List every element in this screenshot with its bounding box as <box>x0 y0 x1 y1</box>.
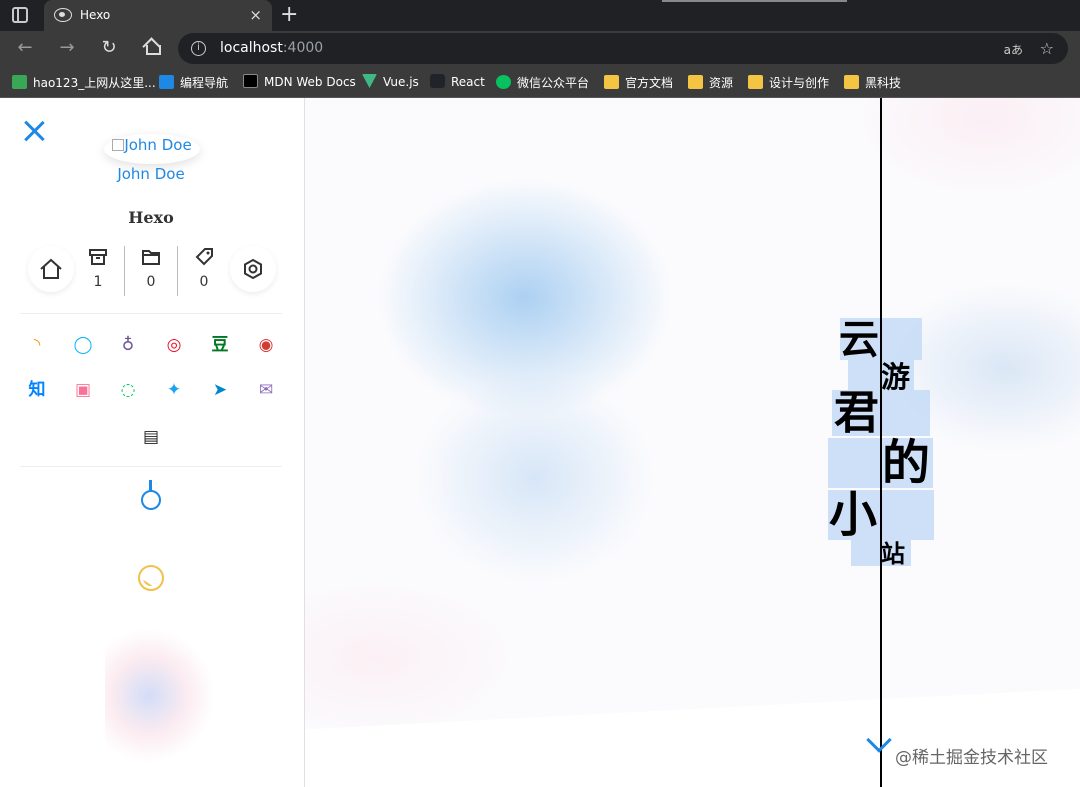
folder-icon <box>688 75 703 89</box>
tab-title: Hexo <box>80 8 111 22</box>
home-button[interactable] <box>28 246 74 292</box>
watermark: @稀土掘金技术社区 <box>895 748 1048 768</box>
bookmarks-bar: hao123_上网从这里... 编程导航 MDN Web Docs Vue.js… <box>0 66 1080 98</box>
tab-actions-icon[interactable] <box>12 7 28 23</box>
hero-section: 云 游 君 的 小 站 <box>305 98 1080 787</box>
reload-button[interactable]: ↻ <box>98 37 120 59</box>
bookmark-react[interactable]: React <box>430 74 485 90</box>
stats-bar: 1 0 0 <box>28 246 278 298</box>
douban-icon[interactable]: 豆 <box>209 334 231 356</box>
scroll-down-icon[interactable] <box>866 727 892 753</box>
qq-icon[interactable]: ◯ <box>72 334 94 356</box>
browser-tabstrip: Hexo × + <box>0 0 1080 31</box>
archives-stat[interactable]: 1 <box>72 246 124 290</box>
archives-count: 1 <box>93 274 103 290</box>
settings-icon <box>244 258 262 280</box>
bookmark-folder-design[interactable]: 设计与创作 <box>748 74 829 90</box>
forward-button[interactable]: → <box>56 37 78 59</box>
add-favorite-icon[interactable]: ☆ <box>1040 39 1054 58</box>
bookmark-vue[interactable]: Vue.js <box>362 74 419 90</box>
site-info-icon[interactable]: i <box>191 41 206 56</box>
hero-char: 游 <box>881 360 911 394</box>
browser-toolbar: ← → ↻ i localhost:4000 aあ ☆ <box>0 31 1080 66</box>
folder-icon <box>748 75 763 89</box>
hero-char: 小 <box>829 487 878 543</box>
folder-icon <box>844 75 859 89</box>
folder-icon <box>604 75 619 89</box>
wechat-mp-icon <box>496 75 511 89</box>
tags-count: 0 <box>199 274 209 290</box>
divider <box>20 313 282 314</box>
bookmark-folder-tech[interactable]: 黑科技 <box>844 74 901 90</box>
browser-tab[interactable]: Hexo × <box>44 0 272 31</box>
folder-icon <box>142 250 160 265</box>
dark-mode-toggle-icon[interactable] <box>138 565 164 591</box>
home-button-icon[interactable] <box>144 38 161 55</box>
tab-favicon-icon <box>54 8 72 22</box>
url-text[interactable]: localhost:4000 <box>220 40 323 56</box>
twitter-icon[interactable]: ✦ <box>163 379 185 401</box>
wechat-icon[interactable]: ◌ <box>117 379 139 401</box>
broken-image-icon <box>112 139 125 151</box>
bookmark-hao123[interactable]: hao123_上网从这里... <box>12 74 156 90</box>
github-icon[interactable]: ♁ <box>117 334 139 356</box>
email-icon[interactable]: ✉ <box>255 379 277 401</box>
window-drag-indicator <box>662 0 847 2</box>
tags-stat[interactable]: 0 <box>178 246 230 290</box>
bookmark-biancheng[interactable]: 编程导航 <box>159 74 228 90</box>
bookmark-folder-docs[interactable]: 官方文档 <box>604 74 673 90</box>
subway-icon[interactable]: ▤ <box>140 426 162 448</box>
close-sidebar-icon[interactable] <box>23 120 45 142</box>
tab-close-button[interactable]: × <box>249 6 262 24</box>
hero-char: 的 <box>882 435 931 491</box>
power-toggle-icon[interactable] <box>141 480 161 510</box>
settings-button[interactable] <box>230 246 276 292</box>
back-button[interactable]: ← <box>14 37 36 59</box>
bilibili-icon[interactable]: ▣ <box>72 379 94 401</box>
divider <box>20 466 282 467</box>
avatar-alt: John Doe <box>124 136 192 154</box>
tag-icon <box>195 248 213 266</box>
telegram-icon[interactable]: ➤ <box>209 379 231 401</box>
address-bar[interactable]: i localhost:4000 aあ ☆ <box>178 33 1068 64</box>
bookmark-mdn[interactable]: MDN Web Docs <box>243 74 356 90</box>
categories-stat[interactable]: 0 <box>125 246 177 290</box>
bookmark-weixin[interactable]: 微信公众平台 <box>496 74 589 90</box>
categories-count: 0 <box>146 274 156 290</box>
bookmark-folder-resources[interactable]: 资源 <box>688 74 733 90</box>
hao123-icon <box>12 75 27 89</box>
netease-music-icon[interactable]: ◉ <box>255 334 277 356</box>
archive-icon <box>89 249 107 265</box>
hero-char: 云 <box>839 316 879 363</box>
site-title: Hexo <box>128 208 174 227</box>
author-name[interactable]: John Doe <box>0 165 302 183</box>
hero-char: 站 <box>881 539 905 568</box>
rss-icon[interactable]: ◝ <box>26 334 48 356</box>
sidebar: John Doe John Doe Hexo 1 0 0 ◝ ◯ ♁ ◎ 豆 ◉ <box>0 98 305 787</box>
vue-icon <box>362 74 377 88</box>
read-aloud-icon[interactable]: aあ <box>1004 41 1023 58</box>
decorative-illustration <box>105 628 215 763</box>
home-icon <box>40 258 62 279</box>
react-icon <box>430 74 445 88</box>
new-tab-button[interactable]: + <box>280 2 298 27</box>
weibo-icon[interactable]: ◎ <box>163 334 185 356</box>
zhihu-icon[interactable]: 知 <box>26 379 48 401</box>
code-nav-icon <box>159 75 174 89</box>
mdn-icon <box>243 74 258 88</box>
hero-char: 君 <box>834 386 880 439</box>
avatar[interactable]: John Doe <box>104 134 200 164</box>
